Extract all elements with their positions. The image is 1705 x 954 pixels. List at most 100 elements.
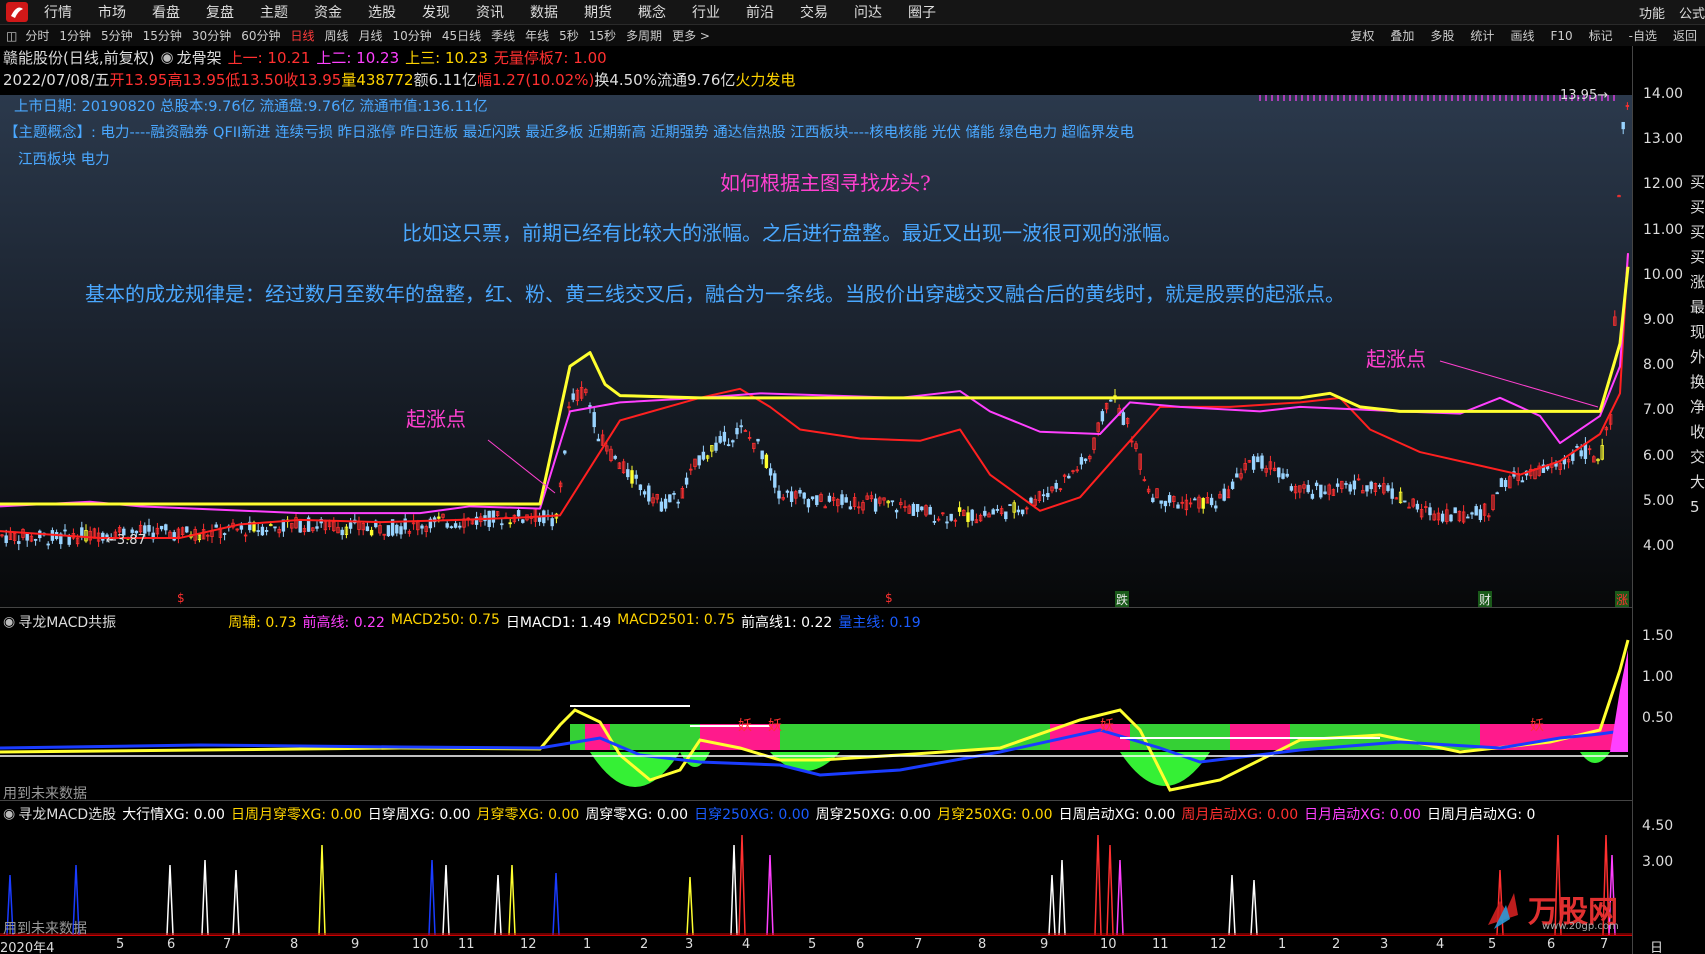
menu-item-11[interactable]: 概念 xyxy=(638,2,666,22)
tool-8[interactable]: 返回 xyxy=(1673,27,1697,44)
date-tick-19: 11 xyxy=(1152,937,1169,952)
tool-7[interactable]: -自选 xyxy=(1629,27,1657,44)
quote-date: 2022/07/08/五 xyxy=(3,70,110,89)
menu-item-2[interactable]: 看盘 xyxy=(152,2,180,22)
high-price-mark: 13.95→ xyxy=(1560,88,1609,103)
low-price-mark: ←3.87 xyxy=(106,533,146,548)
date-tick-18: 10 xyxy=(1100,937,1117,952)
signal-spike-9 xyxy=(508,864,516,935)
period-tab-7[interactable]: 周线 xyxy=(325,27,349,44)
menu-item-15[interactable]: 问达 xyxy=(854,2,882,22)
menu-right-1[interactable]: 公式 xyxy=(1679,3,1705,22)
price-tick-5: 9.00 xyxy=(1643,312,1675,328)
period-tab-14[interactable]: 15秒 xyxy=(589,27,616,44)
menu-item-8[interactable]: 资讯 xyxy=(476,2,504,22)
event-marker-1[interactable]: $ xyxy=(884,591,894,605)
tool-0[interactable]: 复权 xyxy=(1350,27,1374,44)
period-tab-11[interactable]: 季线 xyxy=(491,27,515,44)
quote-change: 幅1.27(10.02%) xyxy=(477,70,595,89)
period-tabs: 分时 1分钟 5分钟 15分钟 30分钟 60分钟 日线 周线 月线 10分钟 45日线 季线 年线 5秒… xyxy=(25,27,720,44)
panel1-value-2: MACD250: 0.75 xyxy=(390,612,500,628)
menu-item-16[interactable]: 圈子 xyxy=(908,2,936,22)
menu-item-0[interactable]: 行情 xyxy=(44,2,72,22)
period-tab-5[interactable]: 60分钟 xyxy=(241,27,280,44)
demon-label-0: 妖 xyxy=(738,718,752,734)
date-tick-10: 2 xyxy=(640,937,649,952)
trading-app-window: 行情 市场 看盘 复盘 主题 资金 选股 发现 资讯 数据 期货 概念 行业 前沿 交易 问达 圈子 功能 公式 … xyxy=(0,0,1705,954)
indicator-name[interactable]: 龙骨架 xyxy=(177,47,222,68)
period-tab-4[interactable]: 30分钟 xyxy=(192,27,231,44)
menu-item-10[interactable]: 期货 xyxy=(584,2,612,22)
tool-6[interactable]: 标记 xyxy=(1589,27,1613,44)
date-axis-period: 日线 xyxy=(1650,941,1664,954)
period-tab-0[interactable]: 分时 xyxy=(25,27,49,44)
menu-right-0[interactable]: 功能 xyxy=(1639,3,1665,22)
tool-3[interactable]: 统计 xyxy=(1470,27,1494,44)
panel1-title[interactable]: 寻龙MACD共振 xyxy=(18,612,116,632)
menu-item-13[interactable]: 前沿 xyxy=(746,2,774,22)
date-tick-27: 7 xyxy=(1600,937,1609,952)
period-tab-1[interactable]: 1分钟 xyxy=(59,27,91,44)
event-marker-0[interactable]: $ xyxy=(176,591,186,605)
menu-item-5[interactable]: 资金 xyxy=(314,2,342,22)
quote-close: 收13.95 xyxy=(283,70,342,89)
period-tab-12[interactable]: 年线 xyxy=(525,27,549,44)
panel1-tick-0: 1.50 xyxy=(1642,628,1674,644)
event-marker-3[interactable]: 财 xyxy=(1478,591,1493,608)
panel-toggle-icon[interactable]: ◫ xyxy=(6,29,17,43)
period-tab-9[interactable]: 10分钟 xyxy=(393,27,432,44)
macd-resonance-chart[interactable]: 妖妖妖妖 xyxy=(0,630,1632,800)
price-tick-7: 7.00 xyxy=(1643,402,1675,419)
menu-item-6[interactable]: 选股 xyxy=(368,2,396,22)
event-marker-2[interactable]: 跌 xyxy=(1115,591,1130,608)
menu-item-14[interactable]: 交易 xyxy=(800,2,828,22)
signal-spike-17 xyxy=(1094,834,1102,935)
period-tab-8[interactable]: 月线 xyxy=(359,27,383,44)
signal-spike-2 xyxy=(166,864,174,935)
stock-name[interactable]: 赣能股份(日线,前复权) xyxy=(3,47,154,68)
signal-spike-8 xyxy=(494,874,502,935)
quote-float-cap: 流通9.76亿 xyxy=(656,70,736,89)
period-tab-16[interactable]: 更多 > xyxy=(672,27,710,44)
indicator-toggle-icon[interactable]: ◉ xyxy=(160,48,173,66)
menu-item-4[interactable]: 主题 xyxy=(260,2,288,22)
demon-label-1: 妖 xyxy=(768,718,782,734)
panel1-tick-1: 1.00 xyxy=(1642,669,1674,685)
app-logo-icon[interactable] xyxy=(4,1,30,23)
main-price-chart[interactable]: 上市日期: 20190820 总股本:9.76亿 流通盘:9.76亿 流通市值:… xyxy=(0,88,1632,608)
date-tick-0: 2020年4 xyxy=(0,941,55,954)
panel1-toggle-icon[interactable]: ◉ xyxy=(3,614,15,630)
signal-spike-15 xyxy=(1048,874,1056,935)
limit-value: 无量停板7: 1.00 xyxy=(493,48,607,67)
demon-label-2: 妖 xyxy=(1100,718,1114,734)
period-tab-3[interactable]: 15分钟 xyxy=(143,27,182,44)
signal-spike-11 xyxy=(686,876,694,935)
menu-item-7[interactable]: 发现 xyxy=(422,2,450,22)
tool-1[interactable]: 叠加 xyxy=(1390,27,1414,44)
period-tab-10[interactable]: 45日线 xyxy=(442,27,481,44)
panel1-value-0: 周辅: 0.73 xyxy=(228,615,297,631)
menu-item-12[interactable]: 行业 xyxy=(692,2,720,22)
date-tick-17: 9 xyxy=(1040,937,1049,952)
panel1-value-6: 量主线: 0.19 xyxy=(838,615,921,631)
signal-spike-14 xyxy=(766,854,774,935)
date-tick-25: 5 xyxy=(1488,937,1497,952)
tool-5[interactable]: F10 xyxy=(1550,29,1572,43)
tool-2[interactable]: 多股 xyxy=(1430,27,1454,44)
menu-item-9[interactable]: 数据 xyxy=(530,2,558,22)
period-tab-13[interactable]: 5秒 xyxy=(559,27,579,44)
macd-selection-chart[interactable] xyxy=(0,820,1632,935)
start-point-arrow-2 xyxy=(1439,360,1599,408)
menu-item-3[interactable]: 复盘 xyxy=(206,2,234,22)
tool-4[interactable]: 画线 xyxy=(1510,27,1534,44)
event-marker-4[interactable]: 涨 xyxy=(1615,591,1630,608)
annotation-question: 如何根据主图寻找龙头? xyxy=(720,171,931,195)
period-tab-6[interactable]: 日线 xyxy=(290,27,314,44)
period-tab-2[interactable]: 5分钟 xyxy=(101,27,133,44)
period-tab-15[interactable]: 多周期 xyxy=(626,27,662,44)
date-tick-21: 1 xyxy=(1278,937,1287,952)
signal-spike-3 xyxy=(201,859,209,935)
right-side-labels: 买买买买涨最现外换净收交大5 xyxy=(1690,173,1705,516)
panel1-tick-2: 0.50 xyxy=(1642,710,1674,726)
menu-item-1[interactable]: 市场 xyxy=(98,2,126,22)
